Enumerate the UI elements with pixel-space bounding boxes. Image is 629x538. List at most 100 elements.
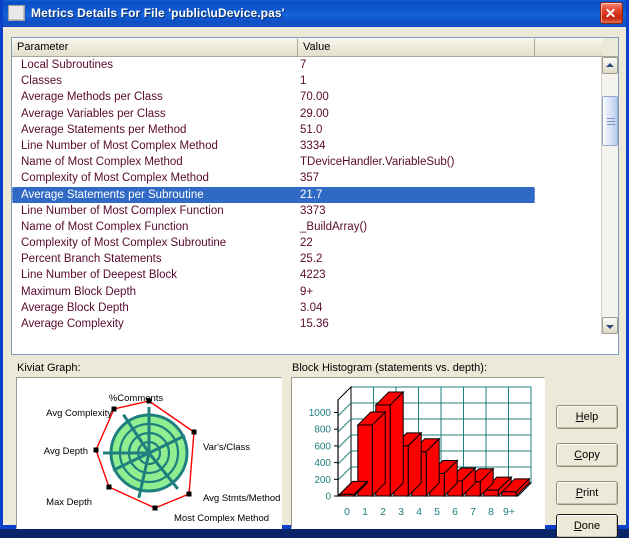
scroll-down-icon[interactable]	[602, 317, 618, 334]
metrics-details-dialog: Metrics Details For File 'public\uDevice…	[0, 0, 629, 538]
table-row[interactable]: Line Number of Most Complex Method 3334	[12, 138, 618, 154]
document-icon	[8, 5, 25, 21]
table-row[interactable]: Maximum Block Depth 9+	[12, 284, 618, 300]
cell-value: 15.36	[300, 318, 329, 330]
done-button[interactable]: Done	[556, 514, 618, 538]
cell-value: 21.7	[298, 186, 535, 203]
cell-parameter: Classes	[21, 75, 62, 88]
hist-xtick-label: 2	[380, 506, 386, 518]
kiviat-chart: %Comments Var's/Class Avg Stmts/Method M…	[44, 393, 281, 524]
column-header-blank[interactable]	[535, 38, 603, 56]
kiviat-axis-label-3: Most Complex Method	[174, 513, 269, 524]
cell-parameter: Average Statements per Method	[21, 123, 187, 136]
block-histogram-panel: 0 200 400 600 800 1000 0 1 2 3 4 5 6 7 8 9+	[291, 377, 545, 529]
table-row[interactable]: Name of Most Complex Method TDeviceHandle…	[12, 154, 618, 170]
hist-xtick-label: 8	[488, 506, 494, 518]
title-bar[interactable]: Metrics Details For File 'public\uDevice…	[3, 0, 626, 27]
cell-parameter: Line Number of Deepest Block	[21, 269, 177, 282]
table-row[interactable]: Complexity of Most Complex Method 357	[12, 170, 618, 186]
kiviat-axis-label-5: Avg Depth	[44, 446, 88, 457]
scroll-up-icon[interactable]	[602, 57, 618, 74]
scrollbar-thumb[interactable]	[602, 96, 618, 146]
hist-xtick-label: 6	[452, 506, 458, 518]
column-header-value[interactable]: Value	[298, 38, 535, 56]
list-body: Local Subroutines 7 Classes 1 Average Method…	[12, 57, 618, 353]
cell-value: 70.00	[300, 91, 329, 104]
hist-xtick-label: 5	[434, 506, 440, 518]
table-row[interactable]: Name of Most Complex Function _BuildArray…	[12, 219, 618, 235]
kiviat-axis-label-2: Avg Stmts/Method	[203, 493, 280, 504]
cell-value: 1	[300, 75, 307, 88]
kiviat-graph-label: Kiviat Graph:	[17, 362, 81, 374]
table-row[interactable]: Line Number of Deepest Block 4223	[12, 267, 618, 283]
close-icon[interactable]	[600, 2, 623, 24]
cell-parameter: Complexity of Most Complex Method	[21, 172, 209, 185]
block-histogram-chart: 020040060080010000 1 2 3 4 5 6 7 8 9+	[309, 385, 533, 518]
hist-ytick-label: 1000	[309, 408, 332, 419]
table-row[interactable]: Complexity of Most Complex Subroutine 22	[12, 235, 618, 251]
table-row[interactable]: Local Subroutines 7	[12, 57, 618, 73]
hist-ytick-label: 400	[314, 458, 331, 469]
cell-value: 3.04	[300, 301, 323, 314]
cell-parameter: Average Block Depth	[21, 301, 129, 314]
table-row[interactable]: Average Statements per Subroutine 21.7	[12, 186, 618, 203]
hist-ytick-label: 600	[314, 441, 331, 452]
cell-parameter: Name of Most Complex Function	[21, 220, 189, 233]
table-row[interactable]: Classes 1	[12, 73, 618, 89]
client-area: Parameter Value Local Subroutines 7 Classe…	[3, 27, 626, 538]
kiviat-axis-label-0: %Comments	[109, 393, 164, 404]
cell-value: _BuildArray()	[300, 220, 368, 233]
metrics-list[interactable]: Parameter Value Local Subroutines 7 Classe…	[11, 37, 619, 355]
table-row[interactable]: Average Complexity 15.36	[12, 316, 618, 332]
print-button-label: Print	[575, 487, 599, 499]
table-row[interactable]: Average Block Depth 3.04	[12, 300, 618, 316]
hist-ytick-label: 200	[314, 475, 331, 486]
hist-xtick-label: 0	[344, 506, 350, 518]
cell-parameter: Maximum Block Depth	[21, 285, 137, 298]
cell-parameter: Line Number of Most Complex Method	[21, 139, 218, 152]
column-header-parameter[interactable]: Parameter	[12, 38, 298, 56]
cell-value: 7	[300, 59, 307, 71]
cell-value: 29.00	[300, 107, 329, 120]
cell-parameter: Percent Branch Statements	[21, 253, 162, 266]
hist-xtick-label: 3	[398, 506, 404, 518]
copy-button[interactable]: Copy	[556, 443, 618, 467]
cell-value: 3334	[300, 139, 326, 152]
hist-ytick-label: 800	[314, 425, 331, 436]
block-histogram-label: Block Histogram (statements vs. depth):	[292, 362, 488, 374]
cell-parameter: Average Complexity	[21, 318, 124, 330]
cell-parameter: Average Statements per Subroutine	[12, 186, 298, 203]
print-button[interactable]: Print	[556, 481, 618, 505]
cell-value: 3373	[300, 204, 326, 217]
hist-xtick-label: 4	[416, 506, 422, 518]
cell-value: TDeviceHandler.VariableSub()	[300, 156, 455, 169]
vertical-scrollbar[interactable]	[601, 57, 618, 334]
cell-value: 357	[300, 172, 320, 185]
table-row[interactable]: Average Statements per Method 51.0	[12, 122, 618, 138]
table-row[interactable]: Average Variables per Class 29.00	[12, 106, 618, 122]
kiviat-axis-label-1: Var's/Class	[203, 442, 250, 453]
cell-value: 25.2	[300, 253, 323, 266]
table-row[interactable]: Average Methods per Class 70.00	[12, 89, 618, 105]
help-button-label: Help	[575, 411, 599, 423]
kiviat-axis-label-4: Max Depth	[46, 497, 92, 508]
list-header: Parameter Value	[12, 38, 618, 57]
window-title: Metrics Details For File 'public\uDevice…	[31, 6, 285, 20]
copy-button-label: Copy	[574, 449, 600, 461]
hist-xtick-label: 1	[362, 506, 368, 518]
cell-parameter: Complexity of Most Complex Subroutine	[21, 237, 227, 250]
cell-value: 4223	[300, 269, 326, 282]
hist-xtick-label: 9+	[503, 506, 515, 518]
cell-value: 51.0	[300, 123, 323, 136]
cell-parameter: Average Methods per Class	[21, 91, 163, 104]
help-button[interactable]: Help	[556, 405, 618, 429]
done-button-label: Done	[573, 520, 601, 532]
kiviat-axis-label-6: Avg Complexity	[46, 408, 112, 419]
cell-value: 22	[300, 237, 313, 250]
cell-parameter: Local Subroutines	[21, 59, 114, 71]
cell-parameter: Line Number of Most Complex Function	[21, 204, 224, 217]
table-row[interactable]: Line Number of Most Complex Function 3373	[12, 203, 618, 219]
table-row[interactable]: Percent Branch Statements 25.2	[12, 251, 618, 267]
cell-parameter: Name of Most Complex Method	[21, 156, 183, 169]
cell-parameter: Average Variables per Class	[21, 107, 166, 120]
